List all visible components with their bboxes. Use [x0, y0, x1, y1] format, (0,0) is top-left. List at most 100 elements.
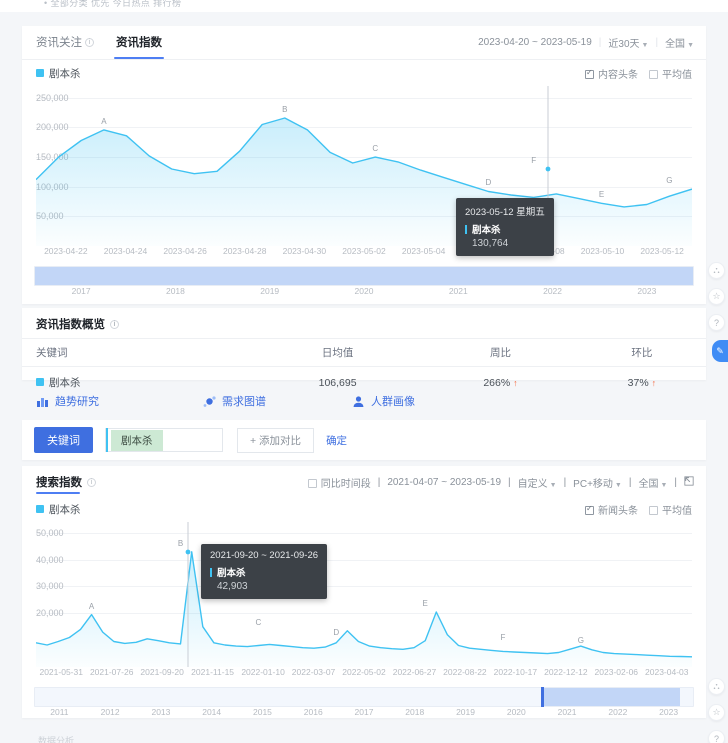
keyword-color-bar — [106, 428, 108, 452]
news-period-select[interactable]: 近30天▼ — [608, 35, 648, 50]
share-icon[interactable]: ⛬ — [708, 678, 725, 695]
chart-point-label: G — [578, 636, 584, 645]
search-range-fill[interactable] — [541, 688, 680, 706]
export-icon[interactable] — [684, 476, 694, 489]
year-tick: 2023 — [637, 286, 656, 296]
tab-news-index[interactable]: 资讯指数 — [114, 34, 164, 59]
chart-line-series — [36, 522, 692, 667]
checkbox-average[interactable]: 平均值 — [649, 502, 692, 517]
divider: | — [629, 477, 632, 488]
col-chain-ratio: 环比 — [578, 339, 706, 367]
checkbox-content-headline-label: 内容头条 — [598, 70, 638, 81]
checkbox-news-headline-label: 新闻头条 — [598, 506, 638, 517]
divider: | — [508, 477, 511, 488]
info-icon[interactable]: i — [85, 38, 94, 47]
news-index-chart[interactable]: 250,000200,000150,000100,00050,000 ABCDE… — [36, 86, 692, 246]
nav-demand-graph[interactable]: 需求图谱 — [203, 393, 266, 409]
year-tick: 2017 — [355, 707, 374, 717]
x-axis-tick: 2023-05-04 — [402, 246, 445, 256]
x-axis-tick: 2022-10-17 — [494, 667, 537, 677]
year-tick: 2022 — [608, 707, 627, 717]
search-index-chart[interactable]: 50,00040,00030,00020,000 ABCDEFG 2021-09… — [36, 522, 692, 667]
col-daily-avg: 日均值 — [252, 339, 423, 367]
keyword-field[interactable]: 剧本杀 — [105, 428, 223, 452]
x-axis-tick: 2023-04-30 — [283, 246, 326, 256]
tooltip-series: 剧本杀 — [465, 222, 545, 236]
legend-keyword-label: 剧本杀 — [49, 502, 81, 517]
news-year-ticks: 2017201820192020202120222023 — [34, 286, 694, 300]
chart-point-label: C — [372, 144, 378, 153]
nav-trend-research-label: 趋势研究 — [55, 393, 99, 409]
add-compare-button[interactable]: + 添加对比 — [237, 428, 314, 453]
year-tick: 2019 — [456, 707, 475, 717]
star-icon[interactable]: ☆ — [708, 704, 725, 721]
news-chart-plot — [36, 86, 692, 246]
confirm-link[interactable]: 确定 — [326, 433, 347, 448]
x-axis-tick: 2023-04-28 — [223, 246, 266, 256]
year-tick: 2021 — [449, 286, 468, 296]
page-gap — [0, 12, 728, 26]
news-date-range: 2023-04-20 ~ 2023-05-19 — [478, 37, 592, 48]
search-device-select[interactable]: PC+移动▼ — [573, 475, 622, 490]
chart-point-label: B — [282, 105, 287, 114]
checkbox-average[interactable]: 平均值 — [649, 66, 692, 81]
help-icon[interactable]: ? — [708, 730, 725, 743]
legend-color-swatch — [36, 505, 44, 513]
checkbox-news-headline[interactable]: 新闻头条 — [585, 502, 638, 517]
search-index-title: 搜索指数 — [36, 474, 82, 490]
tooltip-date: 2021-09-20 ~ 2021-09-26 — [210, 550, 318, 561]
search-year-range-slider[interactable]: 2011201220132014201520162017201820192020… — [34, 687, 694, 721]
help-icon[interactable]: ? — [708, 314, 725, 331]
search-region-select[interactable]: 全国▼ — [638, 475, 667, 490]
info-icon[interactable]: i — [110, 320, 119, 329]
nav-demand-graph-label: 需求图谱 — [222, 393, 266, 409]
search-custom-select[interactable]: 自定义▼ — [518, 475, 557, 490]
news-range-track[interactable] — [34, 266, 694, 286]
feedback-icon[interactable]: ✎ — [712, 340, 728, 362]
checkbox-content-headline[interactable]: 内容头条 — [585, 66, 638, 81]
arrow-up-icon: ↑ — [652, 378, 657, 388]
chain-ratio-value: 37% — [628, 377, 649, 389]
nav-trend-research[interactable]: 趋势研究 — [36, 393, 99, 409]
x-axis-tick: 2021-11-15 — [191, 667, 234, 677]
search-index-header: 搜索指数 i 同比时间段 | 2021-04-07 ~ 2023-05-19 |… — [22, 466, 706, 492]
news-x-axis: 2023-04-222023-04-242023-04-262023-04-28… — [36, 246, 692, 262]
legend-keyword-label: 剧本杀 — [49, 66, 81, 81]
divider: | — [655, 37, 658, 48]
person-icon — [352, 395, 365, 408]
share-icon[interactable]: ⛬ — [708, 262, 725, 279]
search-range-track[interactable] — [34, 687, 694, 707]
star-icon[interactable]: ☆ — [708, 288, 725, 305]
table-header-row: 关键词 日均值 周比 环比 — [22, 339, 706, 367]
x-axis-tick: 2021-07-26 — [90, 667, 133, 677]
keyword-tag[interactable]: 剧本杀 — [111, 430, 163, 451]
checkbox-average-label: 平均值 — [662, 506, 692, 517]
keyword-button[interactable]: 关键词 — [34, 427, 93, 453]
year-tick: 2019 — [260, 286, 279, 296]
divider: | — [564, 477, 567, 488]
nav-audience-portrait-label: 人群画像 — [371, 393, 415, 409]
nav-audience-portrait[interactable]: 人群画像 — [352, 393, 415, 409]
x-axis-tick: 2022-08-22 — [443, 667, 486, 677]
search-chart-plot — [36, 522, 692, 667]
tab-news-attention[interactable]: 资讯关注 i — [34, 34, 96, 59]
year-tick: 2022 — [543, 286, 562, 296]
overview-title-text: 资讯指数概览 — [36, 316, 105, 332]
news-index-card: 资讯关注 i 资讯指数 2023-04-20 ~ 2023-05-19 | 近3… — [22, 26, 706, 304]
checkbox-compare-period[interactable]: 同比时间段 — [308, 475, 371, 490]
graph-icon — [203, 395, 216, 408]
search-tooltip: 2021-09-20 ~ 2021-09-26 剧本杀 42,903 — [201, 544, 327, 599]
info-icon[interactable]: i — [87, 478, 96, 487]
week-ratio-value: 266% — [483, 377, 510, 389]
year-tick: 2013 — [151, 707, 170, 717]
search-range-handle[interactable] — [541, 687, 544, 707]
news-range-fill[interactable] — [35, 267, 693, 285]
news-year-range-slider[interactable]: 2017201820192020202120222023 — [34, 266, 694, 300]
chart-line-series — [36, 86, 692, 246]
chart-point-label: F — [501, 633, 506, 642]
chevron-down-icon: ▼ — [660, 482, 667, 489]
news-region-select[interactable]: 全国▼ — [665, 35, 694, 50]
tooltip-color-bar — [210, 568, 212, 577]
news-period-value: 近30天 — [608, 39, 639, 50]
year-tick: 2023 — [659, 707, 678, 717]
